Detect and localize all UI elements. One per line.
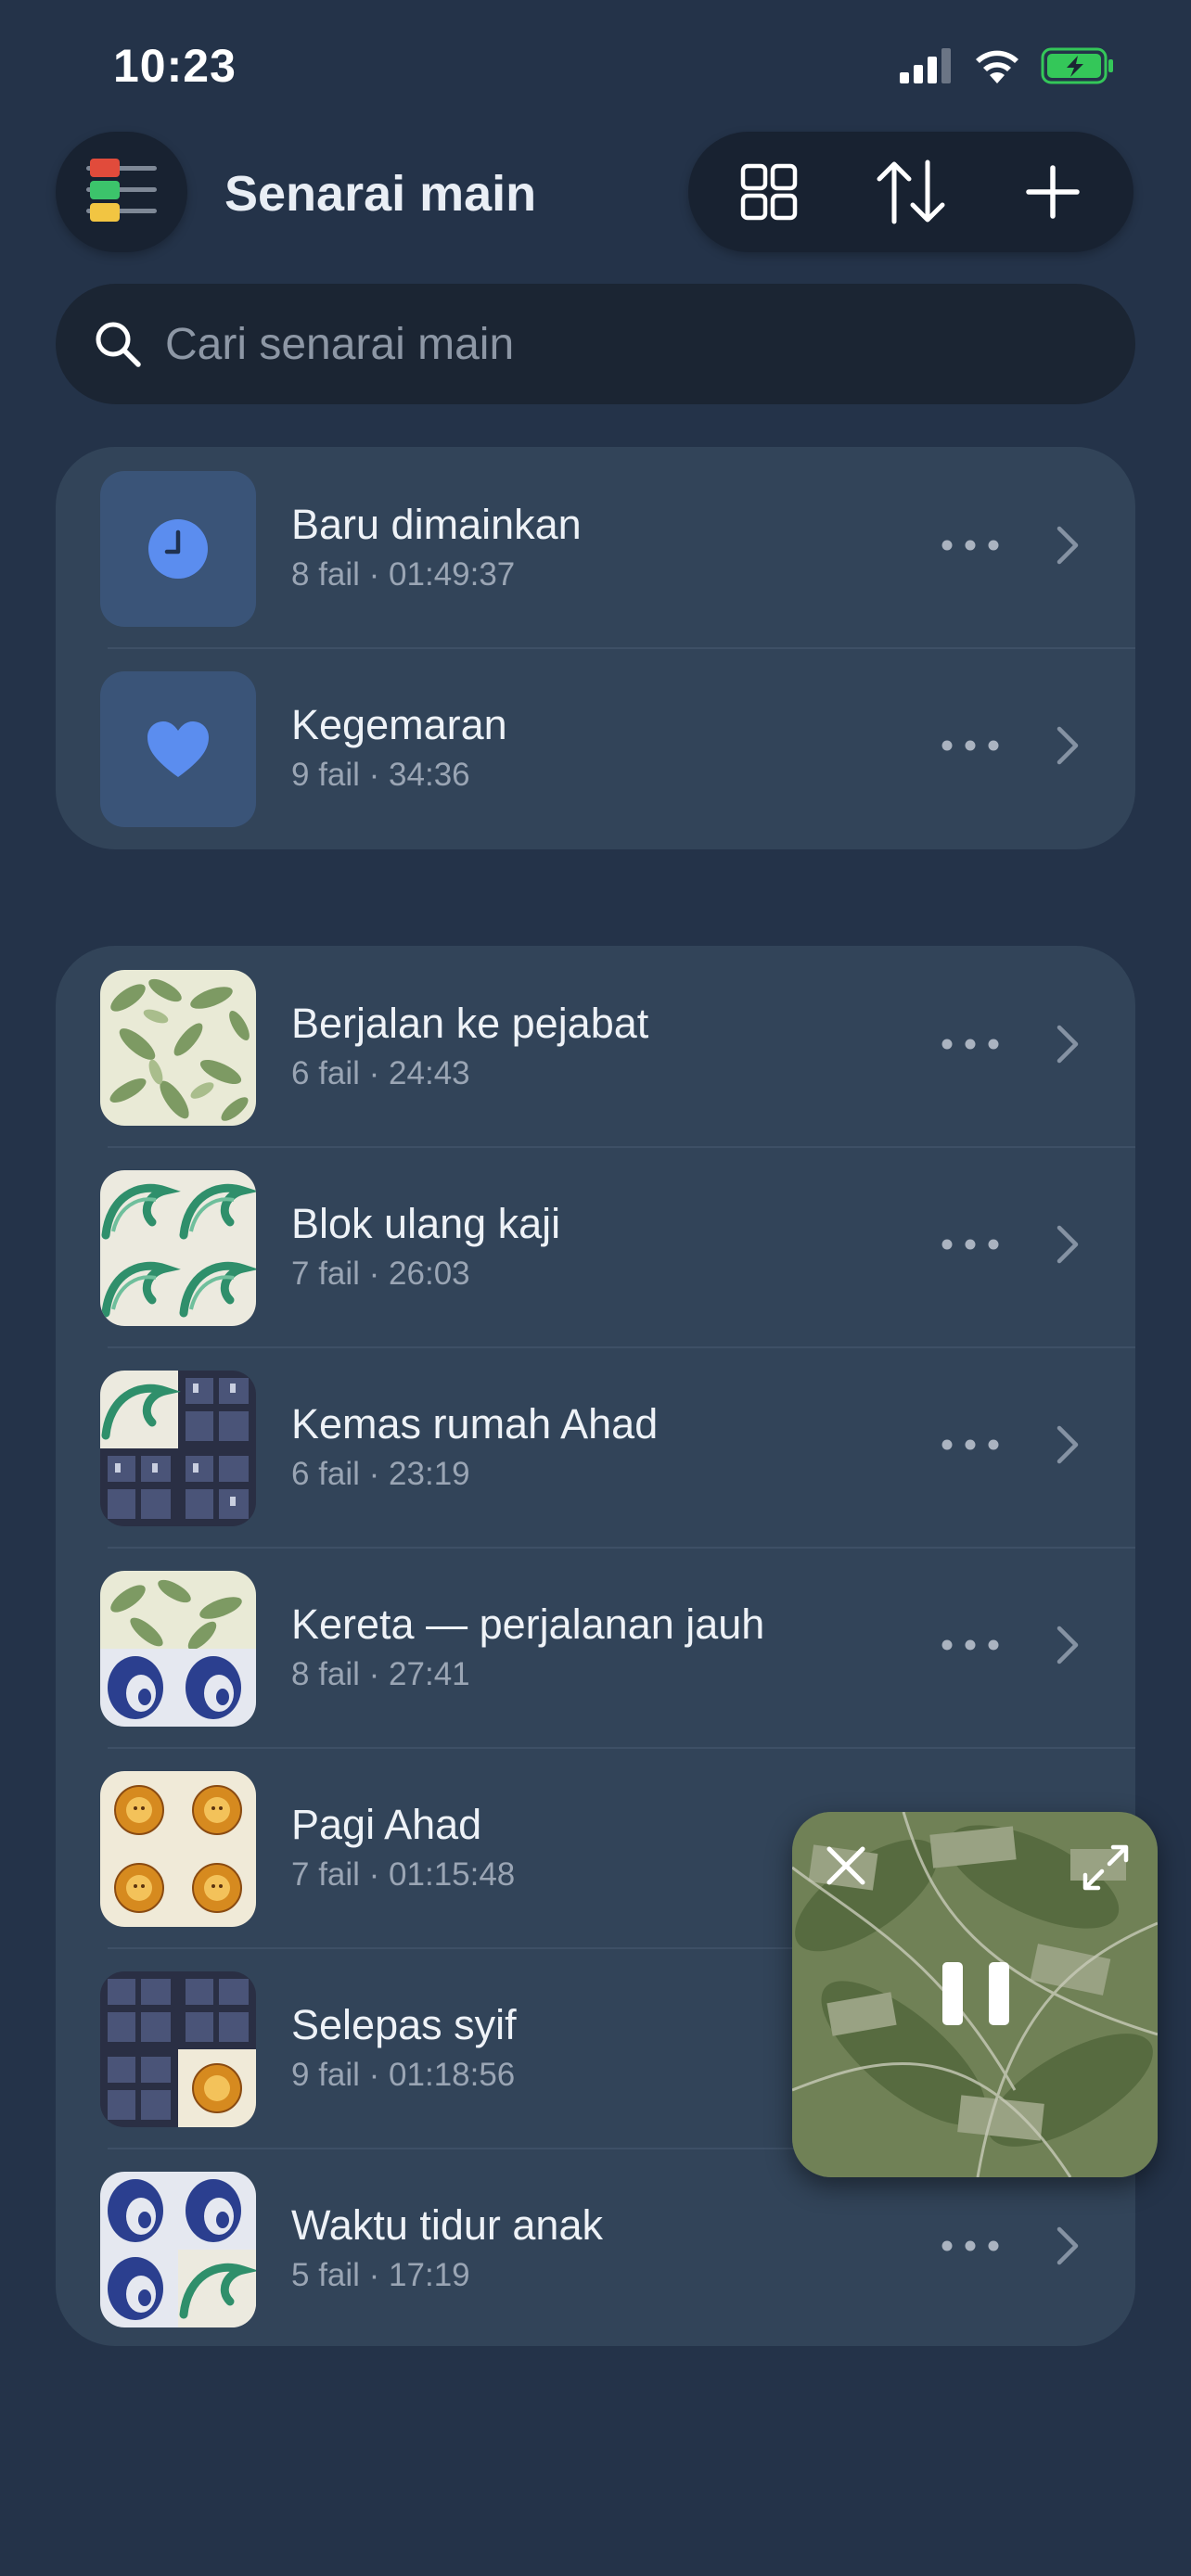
chevron-right-icon [1057,526,1079,565]
ellipsis-icon [941,2240,999,2251]
status-icons [900,45,1115,87]
playlist-title: Blok ulang kaji [291,1200,561,1247]
ellipsis-icon [941,1039,999,1050]
ellipsis-icon [941,540,999,551]
ellipsis-icon [941,1439,999,1450]
smart-lists-card: Baru dimainkan 8 fail · 01:49:37 Kegemar… [56,447,1135,849]
search-input[interactable] [165,318,1093,370]
more-button[interactable] [933,1226,1007,1263]
playlist-title: Waktu tidur anak [291,2201,603,2249]
open-button[interactable] [1044,519,1091,571]
list-item-title: Baru dimainkan [291,501,582,548]
list-item-meta: 9 fail · 34:36 [291,757,470,793]
wifi-icon [976,50,1018,83]
playlist-meta: 7 fail · 01:15:48 [291,1856,516,1893]
playlist-artwork [100,2172,256,2327]
pause-button[interactable] [942,1962,1009,2036]
header-toolbar [688,132,1133,252]
more-button[interactable] [933,2227,1007,2264]
playlist-title: Selepas syif [291,2001,517,2048]
playlist-artwork [100,1571,256,1727]
ellipsis-icon [941,1239,999,1250]
open-button[interactable] [1044,720,1091,772]
ellipsis-icon [941,1639,999,1651]
search-icon [96,322,141,367]
playlist-title: Pagi Ahad [291,1801,482,1848]
playlist-row[interactable]: Blok ulang kaji 7 fail · 26:03 [56,1146,1135,1346]
more-button[interactable] [933,727,1007,764]
playlist-meta: 6 fail · 24:43 [291,1055,470,1091]
grid-view-button[interactable] [718,141,820,243]
list-item-favourites[interactable]: Kegemaran 9 fail · 34:36 [56,647,1135,848]
close-icon [826,1846,865,1885]
open-button[interactable] [1044,1419,1091,1471]
sort-icon [877,159,945,224]
more-button[interactable] [933,527,1007,564]
playlist-artwork [100,1971,256,2127]
list-item-title: Kegemaran [291,701,507,748]
playlist-row[interactable]: Kemas rumah Ahad 6 fail · 23:19 [56,1346,1135,1547]
list-item-meta: 8 fail · 01:49:37 [291,556,516,593]
status-bar: 10:23 [0,0,1191,130]
chevron-right-icon [1057,1225,1079,1264]
playlist-menu-icon [86,159,157,222]
battery-icon [1041,47,1113,84]
playlist-title: Berjalan ke pejabat [291,1000,649,1047]
chevron-right-icon [1057,726,1079,765]
more-button[interactable] [933,1426,1007,1463]
playlist-menu-button[interactable] [56,132,187,252]
open-button[interactable] [1044,1619,1091,1671]
list-item-recently-played[interactable]: Baru dimainkan 8 fail · 01:49:37 [56,447,1135,647]
page-title: Senarai main [224,166,537,222]
more-button[interactable] [933,1026,1007,1063]
status-time: 10:23 [113,40,237,92]
add-playlist-button[interactable] [1002,141,1104,243]
heart-icon [147,721,209,777]
playlist-meta: 6 fail · 23:19 [291,1456,470,1492]
expand-icon [1082,1844,1129,1891]
grid-view-icon [740,163,797,221]
add-icon [1026,165,1081,219]
playlist-artwork [100,1170,256,1326]
open-button[interactable] [1044,2220,1091,2272]
recently-played-tile [100,471,256,627]
ellipsis-icon [941,740,999,751]
playlist-title: Kereta — perjalanan jauh [291,1600,765,1648]
open-button[interactable] [1044,1218,1091,1270]
playlist-row[interactable]: Berjalan ke pejabat 6 fail · 24:43 [56,946,1135,1146]
playlist-meta: 7 fail · 26:03 [291,1256,470,1292]
playlist-row[interactable]: Waktu tidur anak 5 fail · 17:19 [56,2148,1135,2348]
playlist-title: Kemas rumah Ahad [291,1400,659,1447]
clock-icon [148,519,208,579]
chevron-right-icon [1057,1626,1079,1664]
more-button[interactable] [933,1626,1007,1664]
playlist-artwork [100,1371,256,1526]
favourites-tile [100,671,256,827]
close-player-button[interactable] [822,1842,870,1890]
playlist-meta: 9 fail · 01:18:56 [291,2057,516,2093]
signal-icon [900,48,951,83]
sort-button[interactable] [860,141,962,243]
pause-icon [942,1962,963,2025]
playlist-meta: 8 fail · 27:41 [291,1656,470,1692]
mini-player[interactable] [792,1812,1158,2177]
chevron-right-icon [1057,1025,1079,1064]
playlist-row[interactable]: Kereta — perjalanan jauh 8 fail · 27:41 [56,1547,1135,1747]
expand-player-button[interactable] [1080,1842,1132,1894]
playlist-artwork [100,1771,256,1927]
pause-icon [989,1962,1009,2025]
chevron-right-icon [1057,2226,1079,2265]
playlist-artwork [100,970,256,1126]
open-button[interactable] [1044,1018,1091,1070]
playlist-meta: 5 fail · 17:19 [291,2257,470,2293]
chevron-right-icon [1057,1425,1079,1464]
search-bar[interactable] [56,284,1135,404]
